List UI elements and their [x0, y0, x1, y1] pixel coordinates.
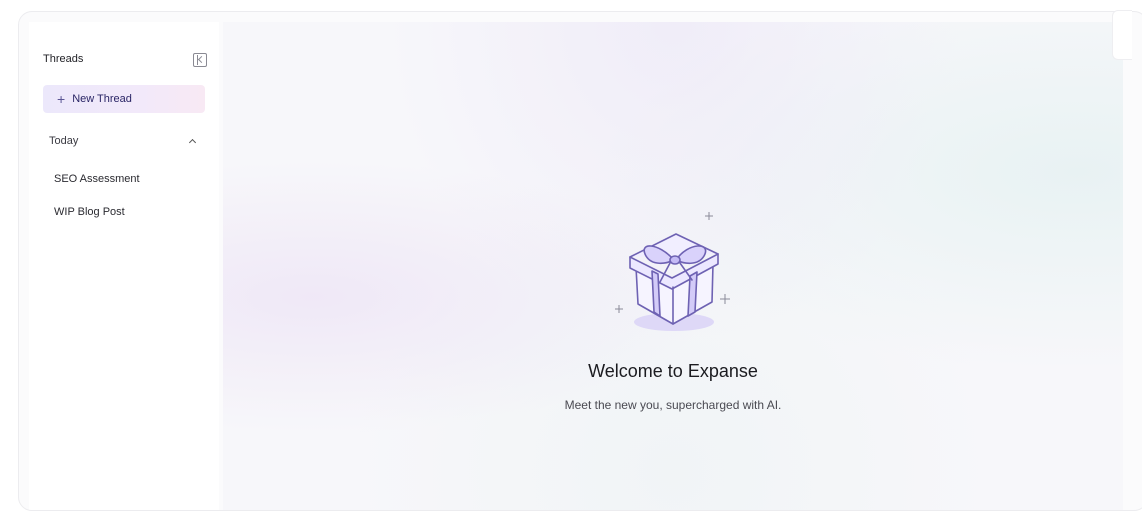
- chevron-up-icon: [188, 138, 197, 147]
- new-thread-label: New Thread: [72, 93, 132, 105]
- plus-icon: +: [57, 91, 66, 107]
- right-panel-edge[interactable]: [1112, 10, 1132, 60]
- welcome-title: Welcome to Expanse: [588, 361, 758, 381]
- main-panel: Welcome to Expanse Meet the new you, sup…: [223, 22, 1123, 510]
- section-toggle-today[interactable]: Today: [49, 135, 199, 147]
- app-window: Threads + New Thread Today SEO Assessmen…: [18, 11, 1142, 511]
- new-thread-button[interactable]: + New Thread: [43, 85, 205, 113]
- gift-box-icon: [615, 212, 730, 331]
- sidebar-collapse-icon[interactable]: [193, 53, 207, 67]
- sidebar-title: Threads: [43, 53, 84, 65]
- welcome-subtitle: Meet the new you, supercharged with AI.: [564, 398, 782, 412]
- sidebar: Threads + New Thread Today SEO Assessmen…: [29, 22, 219, 510]
- thread-item-wip-blog-post[interactable]: WIP Blog Post: [54, 206, 125, 218]
- section-label: Today: [49, 135, 79, 147]
- thread-item-seo-assessment[interactable]: SEO Assessment: [54, 173, 140, 185]
